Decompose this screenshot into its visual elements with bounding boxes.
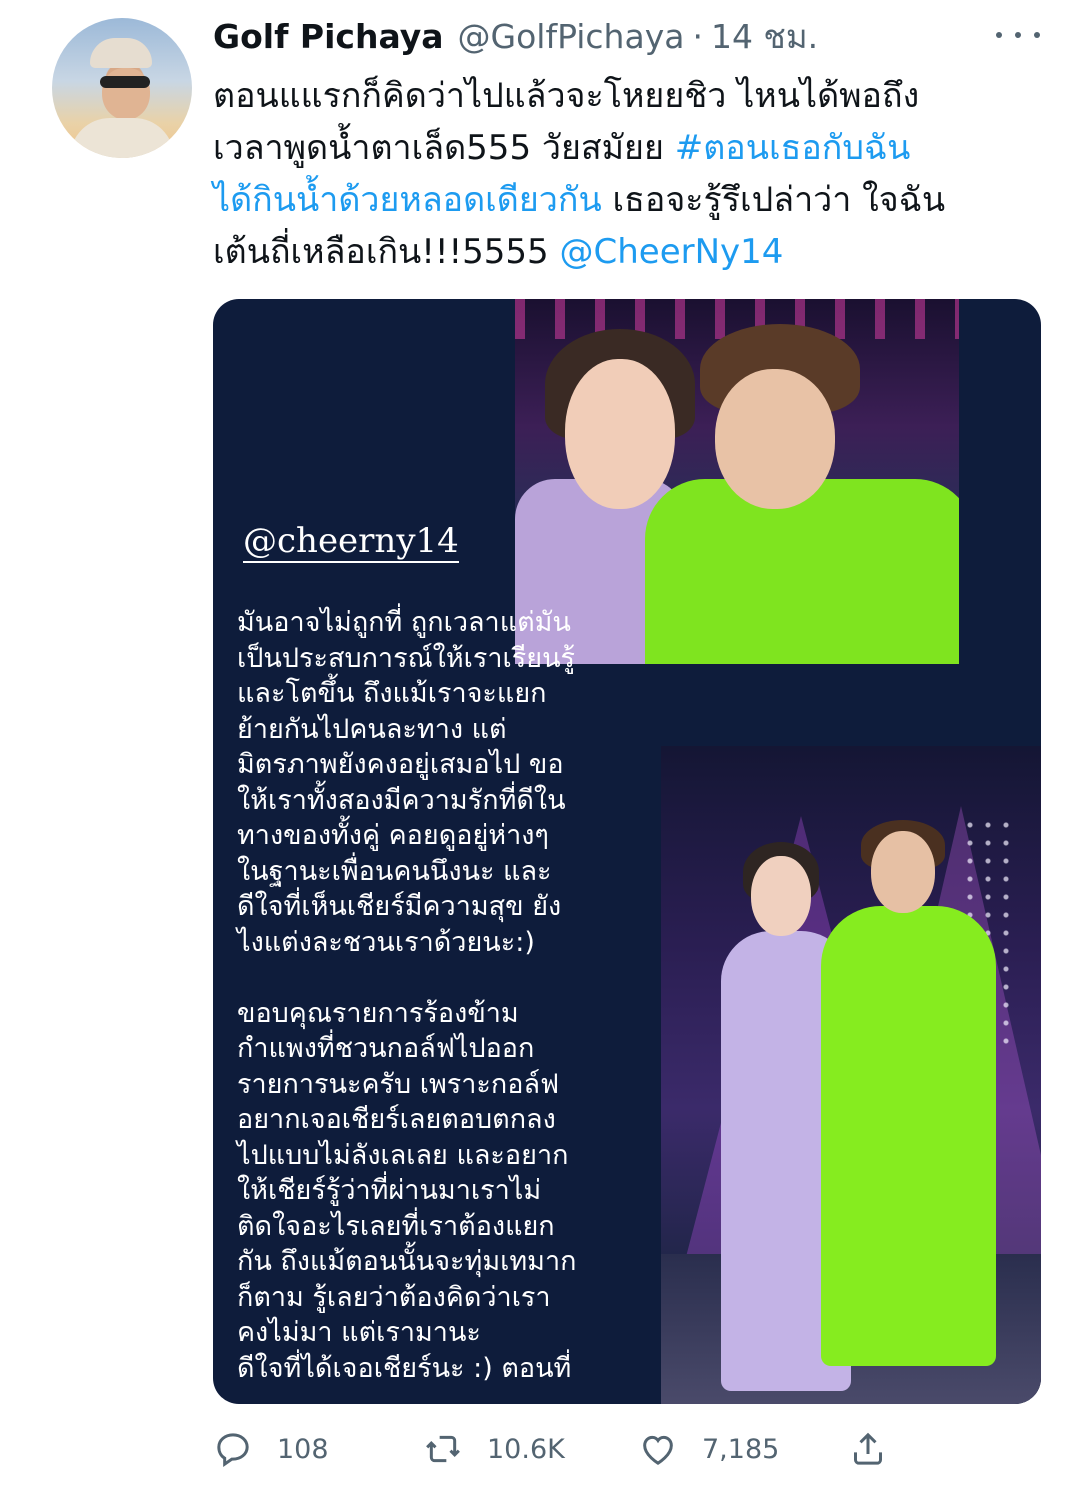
- story-mention: @cheerny14: [243, 521, 459, 563]
- story-caption-line: ดีใจที่ได้เจอเชียร์นะ :) ตอนที่: [237, 1352, 572, 1384]
- full-body-photo: [661, 746, 1041, 1404]
- story-caption-line: รายการนะครับ เพราะกอล์ฟ: [237, 1068, 560, 1100]
- story-caption-line: ไงแต่งละชวนเราด้วยนะ:): [237, 926, 535, 958]
- tweet-text-segment: ตอนแแรกก็คิดว่าไปแล้วจะโหยยชิว ไหนได้พอถ…: [213, 76, 920, 116]
- woman-face: [751, 856, 811, 936]
- story-caption-line: อยากเจอเชียร์เลยตอบตกลง: [237, 1104, 556, 1135]
- avatar-sunglasses: [100, 76, 150, 88]
- mention-link[interactable]: @CheerNy14: [560, 232, 784, 272]
- avatar-cap: [90, 38, 152, 68]
- story-caption-line: ก็ตาม รู้เลยว่าต้องคิดว่าเรา: [237, 1281, 551, 1313]
- tweet-timestamp[interactable]: 14 ชม.: [711, 10, 818, 63]
- man-face: [715, 369, 835, 509]
- story-caption-line: ให้เชียร์รู้ว่าที่ผ่านมาเราไม่: [237, 1175, 542, 1206]
- reply-button[interactable]: 108: [213, 1424, 329, 1474]
- retweet-count: 10.6K: [487, 1433, 565, 1465]
- story-caption-line: ในฐานะเพื่อนคนนึงนะ และ: [237, 855, 552, 887]
- hashtag-link[interactable]: #ตอนเธอกับฉัน: [675, 128, 911, 168]
- man-face: [871, 831, 935, 913]
- story-caption-line: ดีใจที่เห็นเชียร์มีความสุข ยัง: [237, 891, 562, 922]
- more-options-icon[interactable]: [996, 20, 1040, 50]
- avatar-jacket: [70, 118, 174, 158]
- tweet-text: ตอนแแรกก็คิดว่าไปแล้วจะโหยยชิว ไหนได้พอถ…: [213, 70, 1053, 278]
- reply-icon: [217, 1433, 249, 1468]
- story-caption-line: ให้เราทั้งสองมีความรักที่ดีใน: [237, 784, 566, 816]
- tweet-text-line: เต้นถี่เหลือเกิน!!!5555 @CheerNy14: [213, 226, 1053, 278]
- like-icon: [643, 1435, 673, 1465]
- story-caption-line: ติดใจอะไรเลยที่เราต้องแยก: [237, 1210, 555, 1242]
- story-caption-line: มันอาจไม่ถูกที่ ถูกเวลาแต่มัน: [237, 607, 571, 638]
- woman-face: [565, 359, 675, 509]
- reply-count: 108: [277, 1433, 329, 1465]
- like-button[interactable]: 7,185: [638, 1424, 779, 1474]
- green-suit: [645, 479, 959, 664]
- display-name[interactable]: Golf Pichaya: [213, 17, 444, 56]
- tweet-actions: 108 10.6K 7,185: [213, 1424, 913, 1474]
- story-caption-line: และโตขึ้น ถึงแม้เราจะแยก: [237, 678, 547, 709]
- story-caption: มันอาจไม่ถูกที่ ถูกเวลาแต่มันเป็นประสบกา…: [237, 605, 637, 1386]
- hashtag-link[interactable]: ได้กินน้ำด้วยหลอดเดียวกัน: [213, 180, 602, 220]
- tweet-media-image[interactable]: @cheerny14 มันอาจไม่ถูกที่ ถูกเวลาแต่มัน…: [213, 299, 1041, 1404]
- more-dot: [996, 32, 1002, 38]
- more-dot: [1034, 32, 1040, 38]
- tweet-text-segment: เวลาพูดน้ำตาเล็ด555 วัยสมัยย: [213, 128, 675, 168]
- tweet-text-line: ได้กินน้ำด้วยหลอดเดียวกัน เธอจะรู้รึเปล่…: [213, 174, 1053, 226]
- story-caption-line: ขอบคุณรายการร้องข้าม: [237, 997, 519, 1029]
- story-caption-line: ทางของทั้งคู่ คอยดูอยู่ห่างๆ: [237, 820, 549, 851]
- profile-avatar[interactable]: [52, 18, 192, 158]
- retweet-button[interactable]: 10.6K: [423, 1424, 565, 1474]
- tweet-text-segment: เธอจะรู้รึเปล่าว่า ใจฉัน: [601, 180, 946, 220]
- story-caption-line: กำแพงที่ชวนกอล์ฟไปออก: [237, 1033, 535, 1064]
- separator-dot: ·: [692, 16, 703, 56]
- story-caption-line: กัน ถึงแม้ตอนนั้นจะทุ่มเทมาก: [237, 1246, 577, 1277]
- more-dot: [1015, 32, 1021, 38]
- share-button[interactable]: [848, 1424, 888, 1474]
- user-handle[interactable]: @GolfPichaya: [458, 17, 685, 56]
- story-caption-line: คงไม่มา แต่เรามานะ: [237, 1317, 481, 1348]
- share-icon: [854, 1432, 882, 1465]
- retweet-icon: [426, 1435, 460, 1463]
- story-caption-line: มิตรภาพยังคงอยู่เสมอไป ขอ: [237, 749, 564, 780]
- story-caption-line: ไปแบบไม่ลังเลเลย และอยาก: [237, 1139, 569, 1171]
- story-caption-line: ย้ายกันไปคนละทาง แต่: [237, 713, 507, 745]
- tweet-text-line: เวลาพูดน้ำตาเล็ด555 วัยสมัยย #ตอนเธอกับฉ…: [213, 122, 1053, 174]
- man-green-suit: [821, 906, 996, 1366]
- tweet-header: Golf Pichaya @GolfPichaya · 14 ชม.: [213, 14, 818, 58]
- story-caption-line: เป็นประสบการณ์ให้เราเรียนรู้: [237, 642, 576, 674]
- like-count: 7,185: [702, 1433, 780, 1465]
- tweet-text-segment: เต้นถี่เหลือเกิน!!!5555: [213, 232, 560, 272]
- tweet-text-line: ตอนแแรกก็คิดว่าไปแล้วจะโหยยชิว ไหนได้พอถ…: [213, 70, 1053, 122]
